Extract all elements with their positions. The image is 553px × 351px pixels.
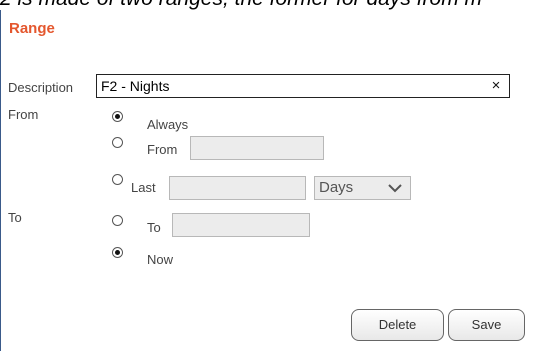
to-now-label: Now: [147, 252, 174, 267]
from-label: From: [8, 107, 39, 122]
from-from-radio[interactable]: [112, 137, 123, 148]
description-input[interactable]: [96, 74, 510, 98]
chevron-down-icon: [388, 184, 402, 193]
from-from-label: From: [147, 142, 178, 157]
from-last-unit-value: Days: [319, 179, 354, 196]
description-label: Description: [8, 80, 74, 95]
from-always-radio[interactable]: [112, 111, 123, 122]
to-label: To: [8, 210, 22, 225]
to-date-input[interactable]: [172, 213, 310, 237]
from-last-radio[interactable]: [112, 174, 123, 185]
to-now-radio[interactable]: [112, 247, 123, 258]
clear-description-icon[interactable]: ×: [488, 77, 504, 95]
panel-title: Range: [9, 20, 55, 37]
save-button[interactable]: Save: [448, 309, 525, 341]
from-last-label: Last: [131, 180, 156, 195]
delete-button[interactable]: Delete: [351, 309, 444, 341]
background-caption-text: 2 is made of two ranges, the former for …: [0, 0, 553, 10]
from-last-amount-input[interactable]: [169, 176, 306, 200]
range-panel: Range Description × From Always From Las…: [0, 10, 553, 351]
to-to-label: To: [147, 220, 161, 235]
from-date-input[interactable]: [190, 136, 324, 160]
from-last-unit-select[interactable]: Days: [314, 176, 411, 200]
to-to-radio[interactable]: [112, 215, 123, 226]
from-always-label: Always: [147, 117, 189, 132]
